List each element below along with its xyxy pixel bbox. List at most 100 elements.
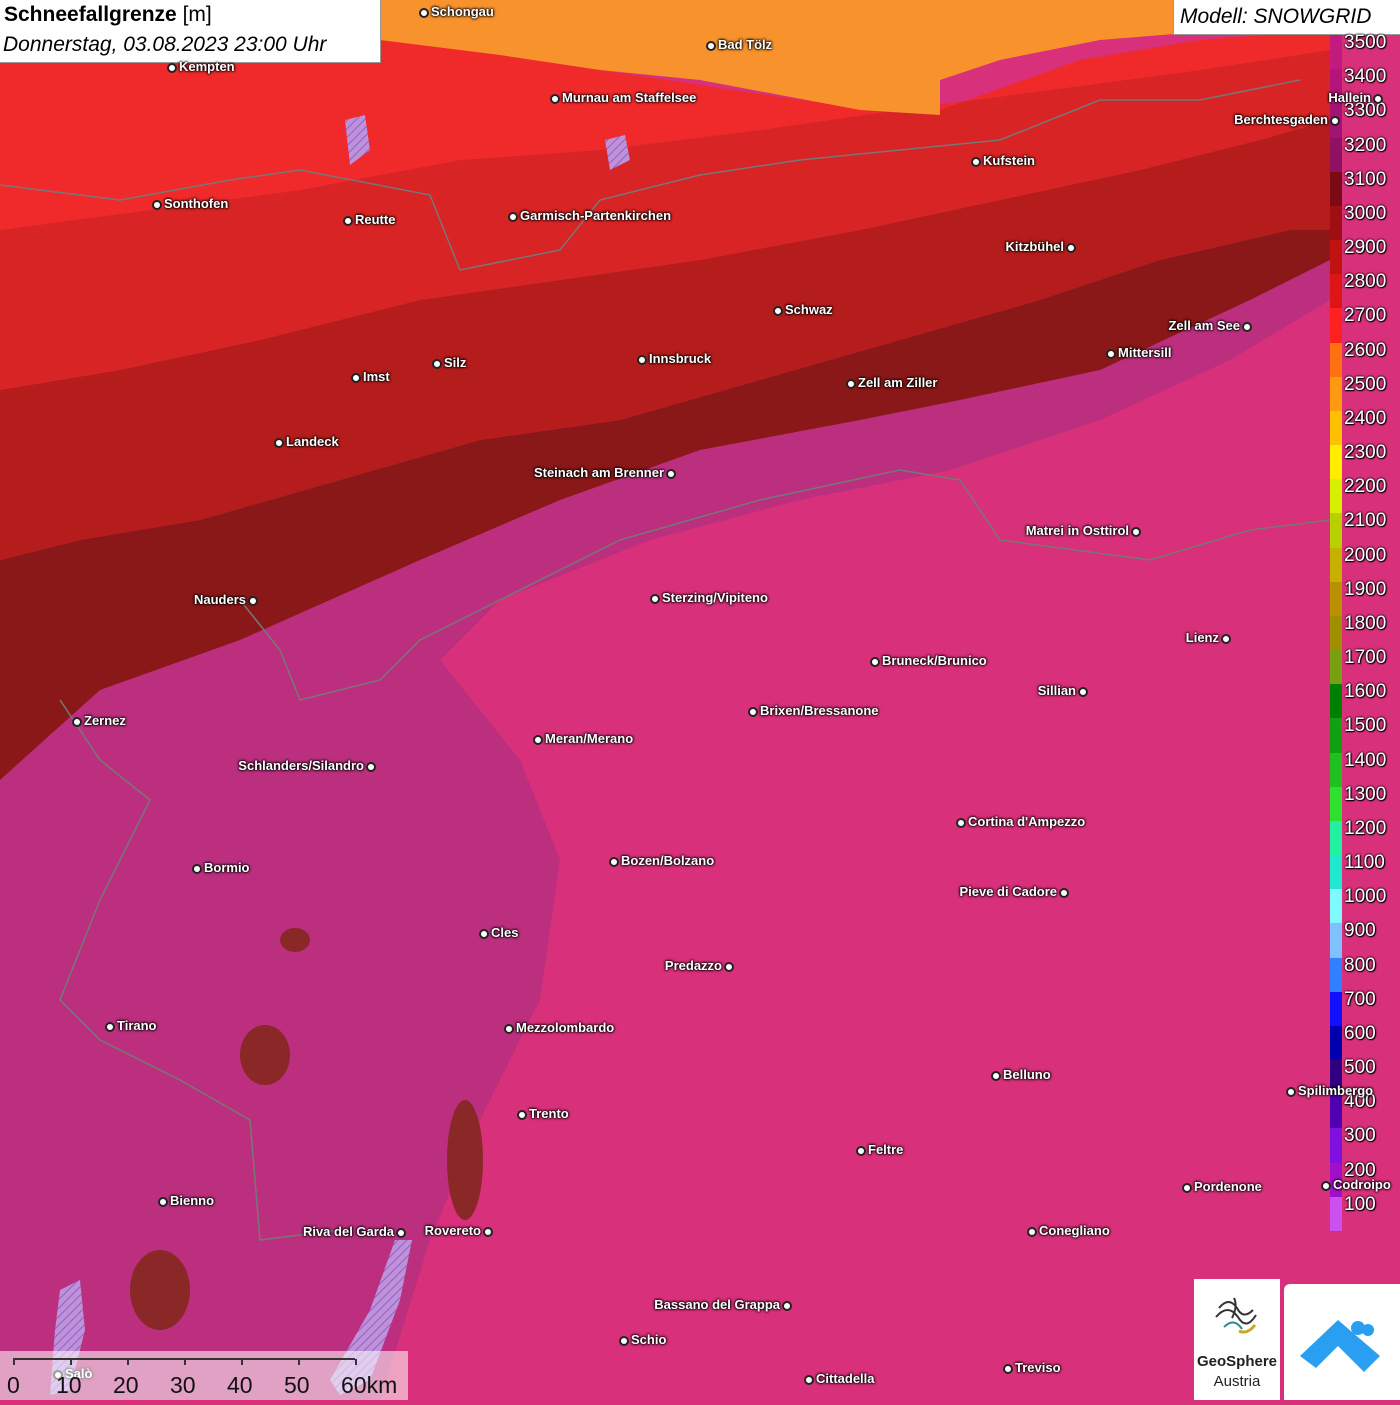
legend-swatch (1330, 820, 1342, 856)
scale-tick (241, 1359, 243, 1365)
city-label: Reutte (355, 212, 396, 227)
legend-swatch (1330, 410, 1342, 446)
city-dot (550, 94, 560, 104)
title-unit: [m] (182, 3, 212, 26)
legend-label: 2000 (1344, 544, 1387, 566)
city-dot (666, 469, 676, 479)
city-dot (1286, 1087, 1296, 1097)
city-label: Mittersill (1118, 345, 1172, 360)
legend-swatch (1330, 718, 1342, 754)
legend-label: 2300 (1344, 442, 1387, 464)
map-title: Schneefallgrenze [m] (4, 3, 212, 27)
legend-label: 1900 (1344, 578, 1387, 600)
city-label: Cortina d'Ampezzo (968, 814, 1086, 829)
city-dot (1003, 1364, 1013, 1374)
scale-tick (184, 1359, 186, 1365)
city-dot (274, 438, 284, 448)
legend-label: 1400 (1344, 749, 1387, 771)
legend-swatch (1330, 308, 1342, 344)
city-dot (1373, 94, 1383, 104)
scale-label: 60km (341, 1372, 398, 1398)
city-label: Schlanders/Silandro (238, 758, 364, 773)
city-label: Bozen/Bolzano (621, 853, 715, 868)
legend-swatch (1330, 342, 1342, 378)
city-dot (517, 1110, 527, 1120)
city-label: Sonthofen (164, 196, 229, 211)
legend-label: 3200 (1344, 134, 1387, 156)
legend-swatch (1330, 581, 1342, 617)
city-dot (856, 1146, 866, 1156)
scale-tick (70, 1359, 72, 1365)
legend-label: 300 (1344, 1125, 1376, 1147)
legend-label: 2500 (1344, 373, 1387, 395)
city-dot (72, 717, 82, 727)
legend-label: 2900 (1344, 237, 1387, 259)
city-dot (991, 1071, 1001, 1081)
city-label: Bassano del Grappa (654, 1297, 780, 1312)
city-label: Zernez (84, 713, 126, 728)
city-label: Sterzing/Vipiteno (662, 590, 768, 605)
city-dot (1078, 687, 1088, 697)
city-label: Schongau (431, 4, 494, 19)
legend-label: 2800 (1344, 271, 1387, 293)
legend-label: 1200 (1344, 817, 1387, 839)
city-label: Cles (491, 925, 519, 940)
city-label: Predazzo (664, 958, 722, 973)
city-label: Codroipo (1333, 1177, 1391, 1192)
legend-label: 3500 (1344, 32, 1387, 53)
city-dot (650, 594, 660, 604)
legend-label: 1800 (1344, 612, 1387, 634)
city-label: Pordenone (1194, 1179, 1262, 1194)
city-dot (483, 1227, 493, 1237)
city-dot (396, 1228, 406, 1238)
scale-tick (298, 1359, 300, 1365)
city-label: Steinach am Brenner (533, 465, 664, 480)
legend-swatch (1330, 376, 1342, 412)
city-label: Belluno (1003, 1067, 1051, 1082)
legend-swatch (1330, 35, 1342, 70)
city-dot (971, 157, 981, 167)
legend-swatch (1330, 1196, 1342, 1232)
city-dot (1330, 116, 1340, 126)
legend-swatch (1330, 137, 1342, 173)
geosphere-logo-icon (1215, 1297, 1257, 1334)
city-dot (248, 596, 258, 606)
legend-swatch (1330, 479, 1342, 514)
city-dot (1059, 888, 1069, 898)
city-label: Innsbruck (649, 351, 712, 366)
city-label: Bienno (170, 1193, 215, 1208)
city-dot (419, 8, 429, 18)
city-label: Treviso (1015, 1360, 1061, 1375)
city-dot (846, 379, 856, 389)
mountain-cloud-icon (1300, 1320, 1380, 1372)
city-label: Murnau am Staffelsee (562, 90, 697, 105)
city-label: Silz (444, 355, 467, 370)
city-dot (1106, 349, 1116, 359)
legend-label: 3100 (1344, 168, 1387, 190)
legend-swatch (1330, 1128, 1342, 1164)
city-dot (533, 735, 543, 745)
city-label: Rovereto (424, 1223, 481, 1238)
city-dot (1242, 322, 1252, 332)
city-label: Kitzbühel (1005, 239, 1065, 254)
city-label: Zell am Ziller (858, 375, 938, 390)
scale-bar: 0 10 20 30 40 50 60km (0, 1351, 408, 1400)
legend-label: 2100 (1344, 510, 1387, 532)
map-datetime: Donnerstag, 03.08.2023 23:00 Uhr (3, 33, 327, 56)
legend-label: 1300 (1344, 783, 1387, 805)
city-dot (637, 355, 647, 365)
city-label: Matrei in Osttirol (1025, 523, 1129, 538)
city-label: Garmisch-Partenkirchen (520, 208, 672, 223)
city-label: Nauders (193, 592, 246, 607)
legend-swatch (1330, 957, 1342, 993)
city-dot (343, 216, 353, 226)
city-label: Sillian (1037, 683, 1076, 698)
city-dot (1321, 1181, 1331, 1191)
legend-label: 1500 (1344, 715, 1387, 737)
scale-tick (127, 1359, 129, 1365)
city-dot (748, 707, 758, 717)
city-dot (773, 306, 783, 316)
title-box: Schneefallgrenze [m] Donnerstag, 03.08.2… (0, 0, 381, 63)
city-dot (1066, 243, 1076, 253)
legend-swatch (1330, 240, 1342, 275)
